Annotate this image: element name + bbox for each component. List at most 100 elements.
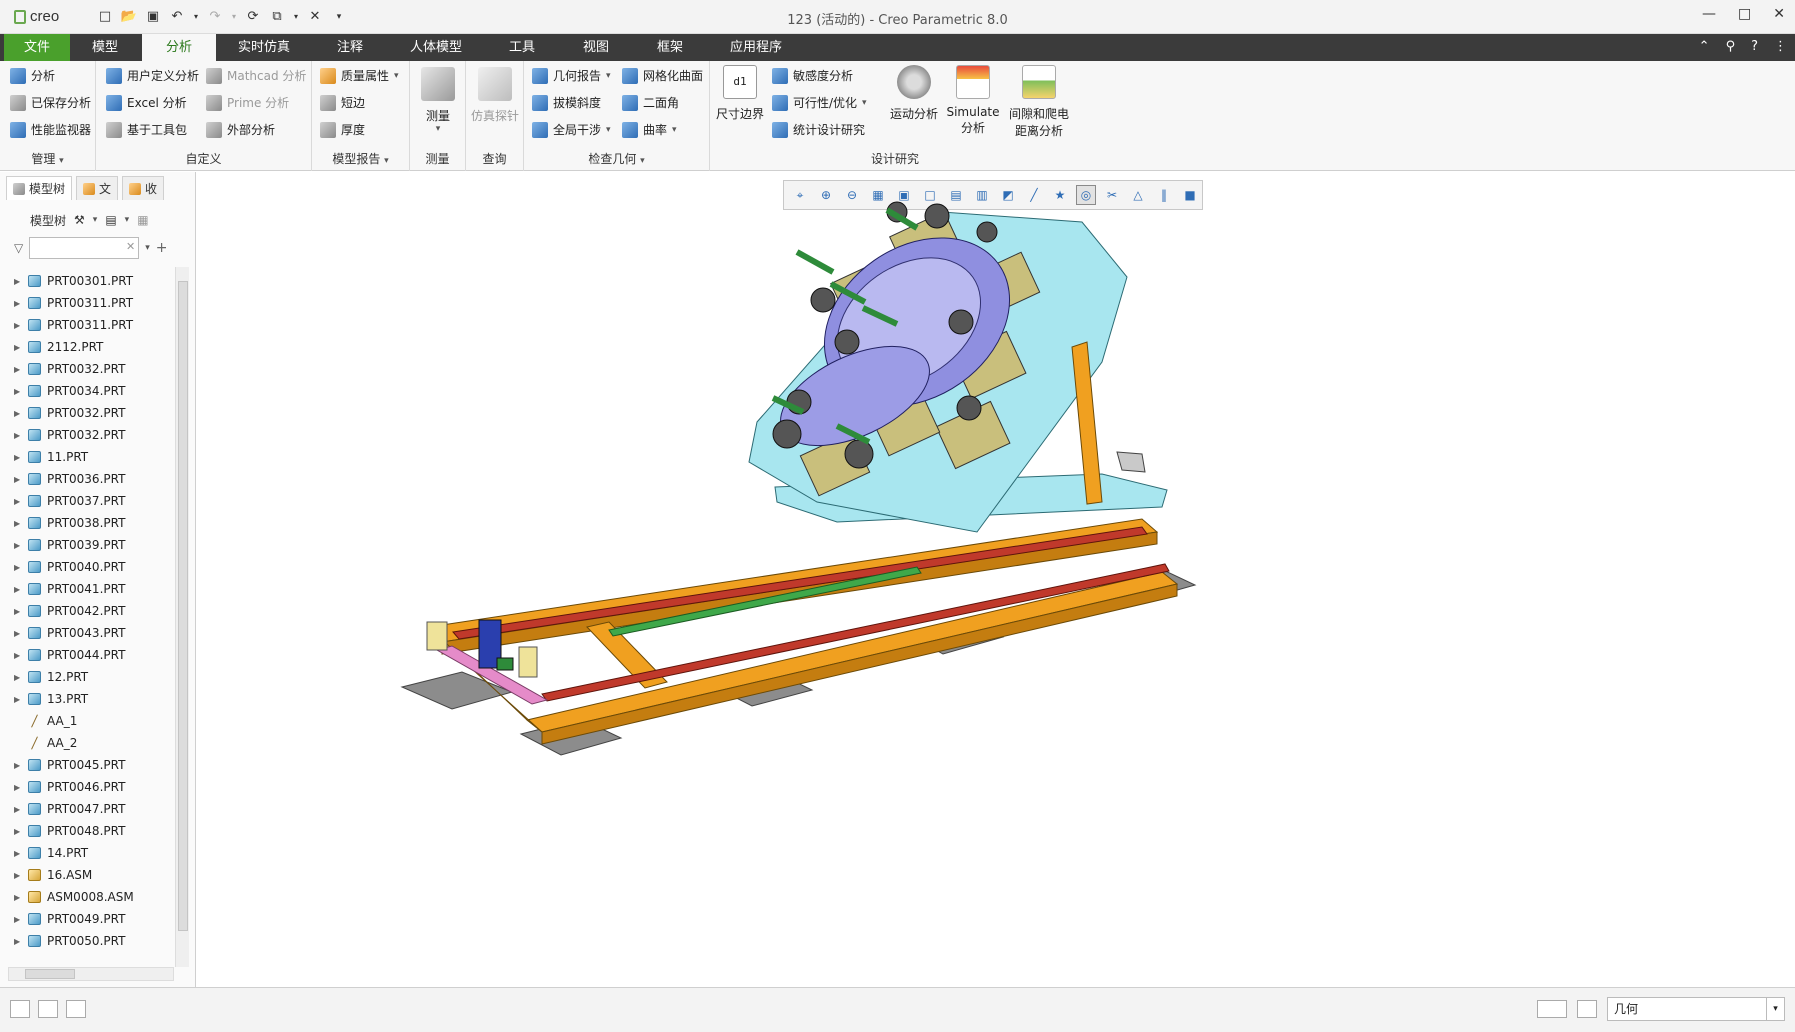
tab-annotate[interactable]: 注释 xyxy=(320,34,380,61)
chevron-down-icon[interactable]: ▾ xyxy=(125,215,130,225)
tab-model-tree[interactable]: 模型树 xyxy=(6,176,73,200)
toggle-navigator-icon[interactable] xyxy=(10,1000,30,1018)
undo-dropdown-icon[interactable]: ▾ xyxy=(192,8,200,26)
expand-arrow-icon[interactable]: ▶ xyxy=(14,299,22,308)
clearance-creepage-button[interactable]: 间隙和爬电 距离分析 xyxy=(1004,65,1074,139)
thickness-button[interactable]: 厚度 xyxy=(320,121,365,138)
user-defined-analysis-button[interactable]: 用户定义分析 xyxy=(106,67,199,84)
tree-item[interactable]: ▶ PRT0032.PRT xyxy=(14,402,174,424)
new-file-icon[interactable]: □ xyxy=(96,8,114,26)
statistical-design-study-button[interactable]: 统计设计研究 xyxy=(772,121,865,138)
add-icon[interactable]: + xyxy=(156,240,168,256)
expand-arrow-icon[interactable]: ▶ xyxy=(14,761,22,770)
expand-arrow-icon[interactable]: ▶ xyxy=(14,343,22,352)
tree-vertical-scrollbar[interactable] xyxy=(175,267,189,967)
expand-arrow-icon[interactable]: ▶ xyxy=(14,629,22,638)
find-icon[interactable] xyxy=(1537,1000,1567,1018)
tab-human-model[interactable]: 人体模型 xyxy=(394,34,478,61)
expand-arrow-icon[interactable]: ▶ xyxy=(14,365,22,374)
feasibility-optimization-button[interactable]: 可行性/优化 ▾ xyxy=(772,94,867,111)
draft-button[interactable]: 拔模斜度 xyxy=(532,94,601,111)
expand-arrow-icon[interactable]: ▶ xyxy=(14,453,22,462)
expand-arrow-icon[interactable]: ▶ xyxy=(14,871,22,880)
tree-item[interactable]: ▶ 11.PRT xyxy=(14,446,174,468)
expand-arrow-icon[interactable]: ▶ xyxy=(14,277,22,286)
close-window-icon[interactable]: ✕ xyxy=(306,8,324,26)
tab-view[interactable]: 视图 xyxy=(566,34,626,61)
tree-item[interactable]: ▶ PRT0042.PRT xyxy=(14,600,174,622)
expand-arrow-icon[interactable]: ▶ xyxy=(14,849,22,858)
maximize-icon[interactable]: □ xyxy=(1738,6,1751,22)
tree-item[interactable]: ▶ PRT0038.PRT xyxy=(14,512,174,534)
tab-live-simulation[interactable]: 实时仿真 xyxy=(222,34,306,61)
tree-item[interactable]: ▶ PRT0049.PRT xyxy=(14,908,174,930)
scroll-thumb[interactable] xyxy=(25,969,75,979)
tree-item[interactable]: ▶ PRT0043.PRT xyxy=(14,622,174,644)
chevron-down-icon[interactable]: ▾ xyxy=(145,243,150,253)
selection-filter-dropdown[interactable]: 几何 ▾ xyxy=(1607,997,1785,1021)
tree-item[interactable]: ▶ 13.PRT xyxy=(14,688,174,710)
expand-arrow-icon[interactable]: ▶ xyxy=(14,827,22,836)
expand-arrow-icon[interactable]: ▶ xyxy=(14,915,22,924)
expand-arrow-icon[interactable]: ▶ xyxy=(14,937,22,946)
filter-icon[interactable]: ▽ xyxy=(14,241,23,255)
tree-item[interactable]: ▶ PRT0034.PRT xyxy=(14,380,174,402)
expand-arrow-icon[interactable]: ▶ xyxy=(14,519,22,528)
expand-arrow-icon[interactable]: ▶ xyxy=(14,563,22,572)
short-edge-button[interactable]: 短边 xyxy=(320,94,365,111)
tree-item[interactable]: ▶ PRT0032.PRT xyxy=(14,358,174,380)
tree-item[interactable]: AA_2 xyxy=(14,732,174,754)
measure-button[interactable]: 测量 ▾ xyxy=(416,67,460,134)
tree-settings-icon[interactable]: ⚒ xyxy=(74,213,85,227)
tree-filter-icon[interactable]: ▦ xyxy=(137,213,148,227)
expand-arrow-icon[interactable]: ▶ xyxy=(14,783,22,792)
tree-item[interactable]: ▶ ASM0008.ASM xyxy=(14,886,174,908)
expand-arrow-icon[interactable]: ▶ xyxy=(14,541,22,550)
tree-item[interactable]: ▶ PRT0041.PRT xyxy=(14,578,174,600)
expand-arrow-icon[interactable]: ▶ xyxy=(14,475,22,484)
expand-arrow-icon[interactable]: ▶ xyxy=(14,607,22,616)
dimension-boundary-button[interactable]: d1 尺寸边界 xyxy=(714,65,766,122)
redo-icon[interactable]: ↷ xyxy=(206,8,224,26)
expand-arrow-icon[interactable]: ▶ xyxy=(14,651,22,660)
expand-arrow-icon[interactable]: ▶ xyxy=(14,321,22,330)
redo-dropdown-icon[interactable]: ▾ xyxy=(230,8,238,26)
open-file-icon[interactable]: 📂 xyxy=(120,8,138,26)
sensitivity-analysis-button[interactable]: 敏感度分析 xyxy=(772,67,853,84)
group-label-model-report[interactable]: 模型报告 ▾ xyxy=(312,150,409,167)
tree-search-input[interactable]: ✕ xyxy=(29,237,140,259)
toolkit-based-button[interactable]: 基于工具包 xyxy=(106,121,187,138)
selection-list-icon[interactable] xyxy=(1577,1000,1597,1018)
tree-item[interactable]: ▶ 12.PRT xyxy=(14,666,174,688)
tree-item[interactable]: ▶ 2112.PRT xyxy=(14,336,174,358)
tree-item[interactable]: ▶ PRT0048.PRT xyxy=(14,820,174,842)
minimize-icon[interactable]: — xyxy=(1702,6,1716,22)
tab-analysis[interactable]: 分析 xyxy=(142,34,216,61)
tree-item[interactable]: ▶ 16.ASM xyxy=(14,864,174,886)
regenerate-icon[interactable]: ⟳ xyxy=(244,8,262,26)
tree-item[interactable]: ▶ PRT0039.PRT xyxy=(14,534,174,556)
full-screen-icon[interactable] xyxy=(66,1000,86,1018)
expand-arrow-icon[interactable]: ▶ xyxy=(14,695,22,704)
chevron-down-icon[interactable]: ▾ xyxy=(93,215,98,225)
tree-item[interactable]: ▶ PRT0032.PRT xyxy=(14,424,174,446)
performance-monitor-button[interactable]: 性能监视器 xyxy=(10,121,91,138)
tree-item[interactable]: ▶ PRT0046.PRT xyxy=(14,776,174,798)
show-icon[interactable]: ▤ xyxy=(105,213,116,227)
external-analysis-button[interactable]: 外部分析 xyxy=(206,121,275,138)
clear-search-icon[interactable]: ✕ xyxy=(126,240,135,253)
search-icon[interactable]: ⚲ xyxy=(1726,39,1736,54)
expand-arrow-icon[interactable]: ▶ xyxy=(14,805,22,814)
tree-item[interactable]: ▶ PRT0047.PRT xyxy=(14,798,174,820)
windows-icon[interactable]: ⧉ xyxy=(268,8,286,26)
tab-framework[interactable]: 框架 xyxy=(640,34,700,61)
expand-arrow-icon[interactable]: ▶ xyxy=(14,497,22,506)
curvature-button[interactable]: 曲率 ▾ xyxy=(622,121,677,138)
more-options-icon[interactable]: ⋮ xyxy=(1774,39,1787,54)
tab-tools[interactable]: 工具 xyxy=(492,34,552,61)
tab-model[interactable]: 模型 xyxy=(72,34,138,61)
tree-item[interactable]: ▶ PRT00311.PRT xyxy=(14,292,174,314)
collapse-ribbon-icon[interactable]: ⌃ xyxy=(1699,39,1710,54)
tab-applications[interactable]: 应用程序 xyxy=(714,34,798,61)
tree-item[interactable]: ▶ 14.PRT xyxy=(14,842,174,864)
